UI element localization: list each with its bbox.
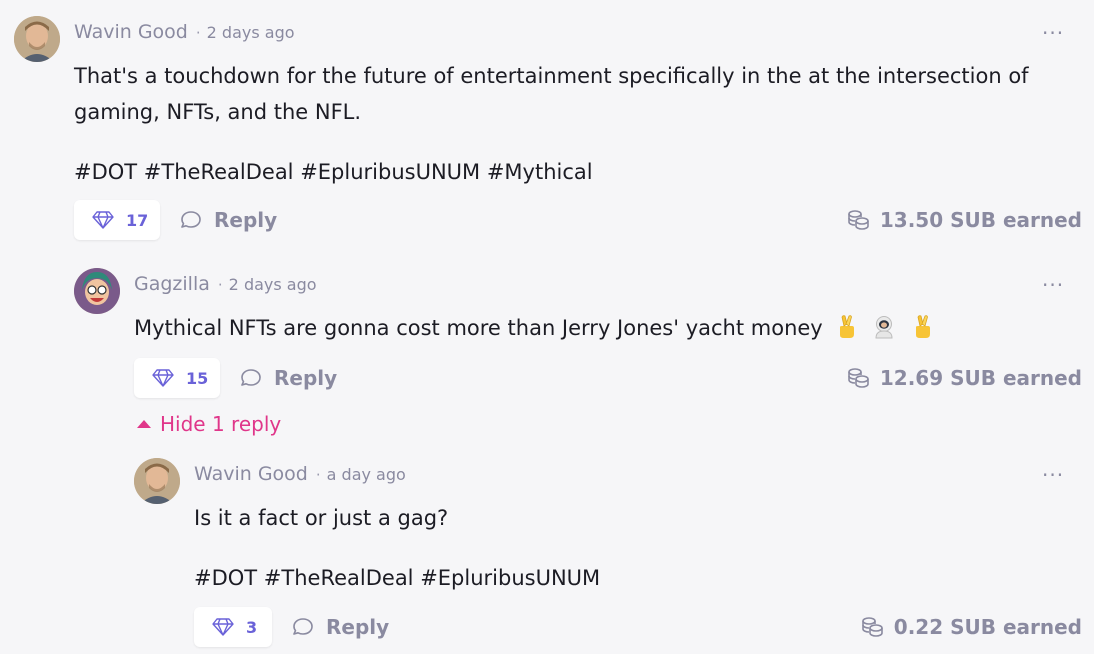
reply-label: Reply (326, 615, 390, 639)
comment-text: Mythical NFTs are gonna cost more than J… (134, 316, 823, 340)
comment-1: Wavin Good · 2 days ago ··· That's a touch… (14, 16, 1084, 246)
earned-amount: 13.50 SUB earned (879, 208, 1082, 232)
caret-up-icon (137, 420, 151, 428)
earned-amount: 0.22 SUB earned (893, 615, 1082, 639)
more-options-icon[interactable]: ··· (1042, 23, 1064, 43)
avatar[interactable] (14, 16, 60, 62)
crossed-fingers-icon (840, 315, 855, 338)
timestamp: 2 days ago (228, 275, 317, 294)
more-options-icon[interactable]: ··· (1042, 465, 1064, 485)
astronaut-icon (875, 316, 893, 339)
timestamp: a day ago (326, 465, 406, 484)
speech-bubble-icon (181, 211, 201, 228)
reply-button[interactable]: Reply (180, 200, 277, 240)
like-count: 3 (246, 617, 258, 637)
comment-hashtags[interactable]: #DOT #TheRealDeal #EpluribusUNUM #Mythic… (74, 154, 593, 190)
author-name[interactable]: Wavin Good (74, 21, 188, 43)
comment-actions: 3 Reply 0.22 SUB earned (194, 607, 1084, 647)
avatar-image (74, 268, 120, 314)
timestamp: 2 days ago (206, 23, 295, 42)
comment-hashtags[interactable]: #DOT #TheRealDeal #EpluribusUNUM (194, 560, 600, 596)
reply-label: Reply (274, 366, 338, 390)
comment-text-line-1: That's a touchdown for the future of ent… (74, 64, 1029, 88)
avatar[interactable] (134, 458, 180, 504)
diamond-icon (92, 211, 114, 229)
comment-text-line-1: Mythical NFTs are gonna cost more than J… (134, 310, 933, 346)
coins-icon (848, 368, 869, 388)
comment-text-line-2: gaming, NFTs, and the NFL. (74, 100, 362, 124)
diamond-icon (212, 618, 234, 636)
like-count: 17 (126, 210, 149, 230)
like-button[interactable]: 17 (74, 200, 160, 240)
comment-actions: 17 Reply 13.50 SUB earned (74, 200, 1084, 240)
crossed-fingers-icon (915, 315, 930, 338)
comment-2: Gagzilla · 2 days ago ··· Mythical NFTs ar… (74, 268, 1084, 408)
like-button[interactable]: 3 (194, 607, 272, 647)
comment-header: Wavin Good · 2 days ago (74, 20, 295, 45)
more-options-icon[interactable]: ··· (1042, 275, 1064, 295)
author-name[interactable]: Wavin Good (194, 463, 308, 485)
speech-bubble-icon (293, 618, 313, 635)
avatar[interactable] (74, 268, 120, 314)
reply-button[interactable]: Reply (292, 607, 389, 647)
comment-actions: 15 Reply 12.69 SUB earned (134, 358, 1084, 398)
coins-icon (848, 210, 869, 230)
coins-icon (861, 617, 883, 637)
like-button[interactable]: 15 (134, 358, 220, 398)
comment-3: Wavin Good · a day ago ··· Is it a fact or… (134, 458, 1084, 648)
diamond-icon (152, 369, 174, 387)
separator: · (315, 466, 321, 484)
speech-bubble-icon (241, 369, 261, 386)
avatar-image (14, 16, 60, 62)
comment-header: Wavin Good · a day ago (194, 462, 406, 487)
earned-info: 12.69 SUB earned (846, 358, 1082, 398)
like-count: 15 (186, 368, 209, 388)
author-name[interactable]: Gagzilla (134, 273, 210, 295)
hide-replies-toggle[interactable]: Hide 1 reply (136, 412, 281, 436)
comment-text-line-1: Is it a fact or just a gag? (194, 506, 449, 530)
separator: · (217, 276, 223, 294)
comment-header: Gagzilla · 2 days ago (134, 272, 317, 297)
reply-button[interactable]: Reply (240, 358, 337, 398)
hide-replies-label: Hide 1 reply (160, 412, 282, 436)
earned-info: 0.22 SUB earned (860, 607, 1082, 647)
earned-amount: 12.69 SUB earned (879, 366, 1082, 390)
earned-info: 13.50 SUB earned (846, 200, 1082, 240)
reply-label: Reply (214, 208, 278, 232)
separator: · (195, 24, 201, 42)
avatar-image (134, 458, 180, 504)
